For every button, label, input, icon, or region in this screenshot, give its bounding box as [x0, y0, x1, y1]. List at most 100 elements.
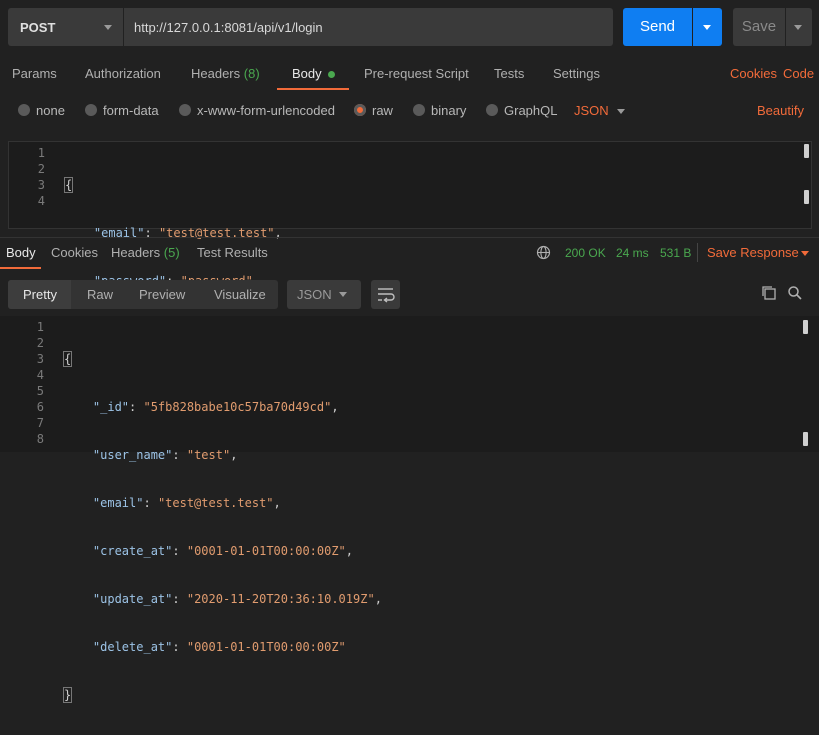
json-tail: , [345, 544, 354, 558]
response-code: { "_id": "5fb828babe10c57ba70d49cd", "us… [62, 319, 382, 735]
chevron-down-icon [104, 25, 112, 30]
line-number: 5 [36, 384, 44, 398]
radio-form-data[interactable] [85, 104, 97, 116]
line-number: 8 [36, 432, 44, 446]
line-number: 7 [36, 416, 44, 430]
json-value: "test" [186, 448, 231, 462]
chevron-down-icon [794, 25, 802, 30]
radio-urlencoded[interactable] [179, 104, 191, 116]
tab-body[interactable]: Body [292, 66, 335, 81]
scrollbar-thumb[interactable] [804, 144, 809, 158]
radio-binary-label: binary [431, 103, 467, 118]
tab-headers-label: Headers [191, 66, 241, 81]
wrap-lines-button[interactable] [371, 280, 400, 309]
json-tail: , [331, 400, 339, 414]
response-tab-test-results[interactable]: Test Results [197, 245, 268, 260]
line-number: 2 [37, 162, 45, 176]
response-size[interactable]: 531 B [660, 246, 691, 260]
view-pretty[interactable]: Pretty [23, 287, 57, 302]
code-link[interactable]: Code [783, 66, 814, 81]
json-value: "5fb828babe10c57ba70d49cd" [143, 400, 332, 414]
radio-none[interactable] [18, 104, 30, 116]
body-format-select[interactable]: JSON [574, 103, 609, 118]
tab-tests[interactable]: Tests [494, 66, 524, 81]
line-number: 4 [37, 194, 45, 208]
line-number: 1 [36, 320, 44, 334]
status-code[interactable]: 200 OK [565, 246, 606, 260]
response-tab-cookies[interactable]: Cookies [51, 245, 98, 260]
scrollbar-thumb[interactable] [803, 320, 808, 334]
radio-raw[interactable] [354, 104, 366, 116]
brace-open: { [63, 177, 74, 193]
save-options-button[interactable] [786, 8, 812, 46]
search-icon[interactable] [787, 285, 803, 301]
url-text: http://127.0.0.1:8081/api/v1/login [134, 20, 323, 35]
radio-binary[interactable] [413, 104, 425, 116]
status-divider [697, 243, 698, 262]
radio-none-label: none [36, 103, 65, 118]
cookies-link[interactable]: Cookies [730, 66, 777, 81]
send-button[interactable]: Send [623, 8, 692, 46]
line-number: 4 [36, 368, 44, 382]
response-tab-headers-count: (5) [163, 245, 180, 260]
scrollbar-thumb[interactable] [804, 190, 809, 204]
response-format-select[interactable]: JSON [287, 280, 361, 309]
line-number: 6 [36, 400, 44, 414]
beautify-link[interactable]: Beautify [757, 103, 804, 118]
response-tab-headers-label: Headers [111, 245, 161, 260]
chevron-down-icon [339, 292, 347, 297]
save-response-button[interactable]: Save Response [707, 245, 799, 260]
request-line-numbers: 1 2 3 4 [15, 145, 45, 209]
json-sep: : [172, 448, 187, 462]
view-raw[interactable]: Raw [87, 287, 113, 302]
response-line-numbers: 1 2 3 4 5 6 7 8 [14, 319, 44, 447]
chevron-down-icon [703, 25, 711, 30]
view-preview[interactable]: Preview [139, 287, 185, 302]
view-visualize[interactable]: Visualize [214, 287, 266, 302]
json-sep: : [129, 400, 144, 414]
json-key: "_id" [92, 400, 130, 414]
copy-icon[interactable] [761, 285, 777, 301]
wrap-icon [378, 288, 395, 303]
send-options-button[interactable] [693, 8, 722, 46]
radio-graphql[interactable] [486, 104, 498, 116]
json-key: "update_at" [92, 592, 173, 606]
response-tab-headers[interactable]: Headers (5) [111, 245, 180, 260]
json-sep: : [143, 496, 158, 510]
url-input[interactable]: http://127.0.0.1:8081/api/v1/login [124, 8, 613, 46]
json-value: "test@test.test" [157, 496, 274, 510]
response-tab-body[interactable]: Body [6, 245, 36, 260]
tab-pre-request-script[interactable]: Pre-request Script [364, 66, 469, 81]
tab-headers[interactable]: Headers (8) [191, 66, 260, 81]
radio-raw-label: raw [372, 103, 393, 118]
tab-authorization[interactable]: Authorization [85, 66, 161, 81]
tab-settings[interactable]: Settings [553, 66, 600, 81]
json-tail: , [374, 592, 382, 606]
line-number: 3 [36, 352, 44, 366]
scrollbar-thumb[interactable] [803, 432, 808, 446]
response-time[interactable]: 24 ms [616, 246, 649, 260]
response-format-label: JSON [297, 287, 332, 302]
json-value: "2020-11-20T20:36:10.019Z" [186, 592, 375, 606]
panel-divider[interactable] [0, 237, 819, 238]
active-tab-indicator [277, 88, 349, 90]
json-tail: , [230, 448, 238, 462]
json-sep: : [172, 544, 187, 558]
request-body-editor[interactable]: 1 2 3 4 { "email": "test@test.test", "pa… [8, 141, 812, 337]
brace-open: { [62, 351, 73, 367]
json-tail: , [273, 496, 281, 510]
method-label: POST [20, 20, 56, 35]
line-number: 3 [37, 178, 45, 192]
method-select[interactable]: POST [8, 8, 123, 46]
globe-icon[interactable] [536, 245, 551, 260]
radio-form-data-label: form-data [103, 103, 159, 118]
radio-graphql-label: GraphQL [504, 103, 558, 118]
json-key: "create_at" [92, 544, 173, 558]
json-key: "delete_at" [92, 640, 173, 654]
radio-urlencoded-label: x-www-form-urlencoded [197, 103, 335, 118]
chevron-down-icon [801, 251, 809, 256]
save-button[interactable]: Save [733, 8, 785, 46]
tab-body-label: Body [292, 66, 322, 81]
tab-params[interactable]: Params [12, 66, 57, 81]
response-body-viewer[interactable]: 1 2 3 4 5 6 7 8 { "_id": "5fb828babe10c5… [0, 316, 819, 703]
